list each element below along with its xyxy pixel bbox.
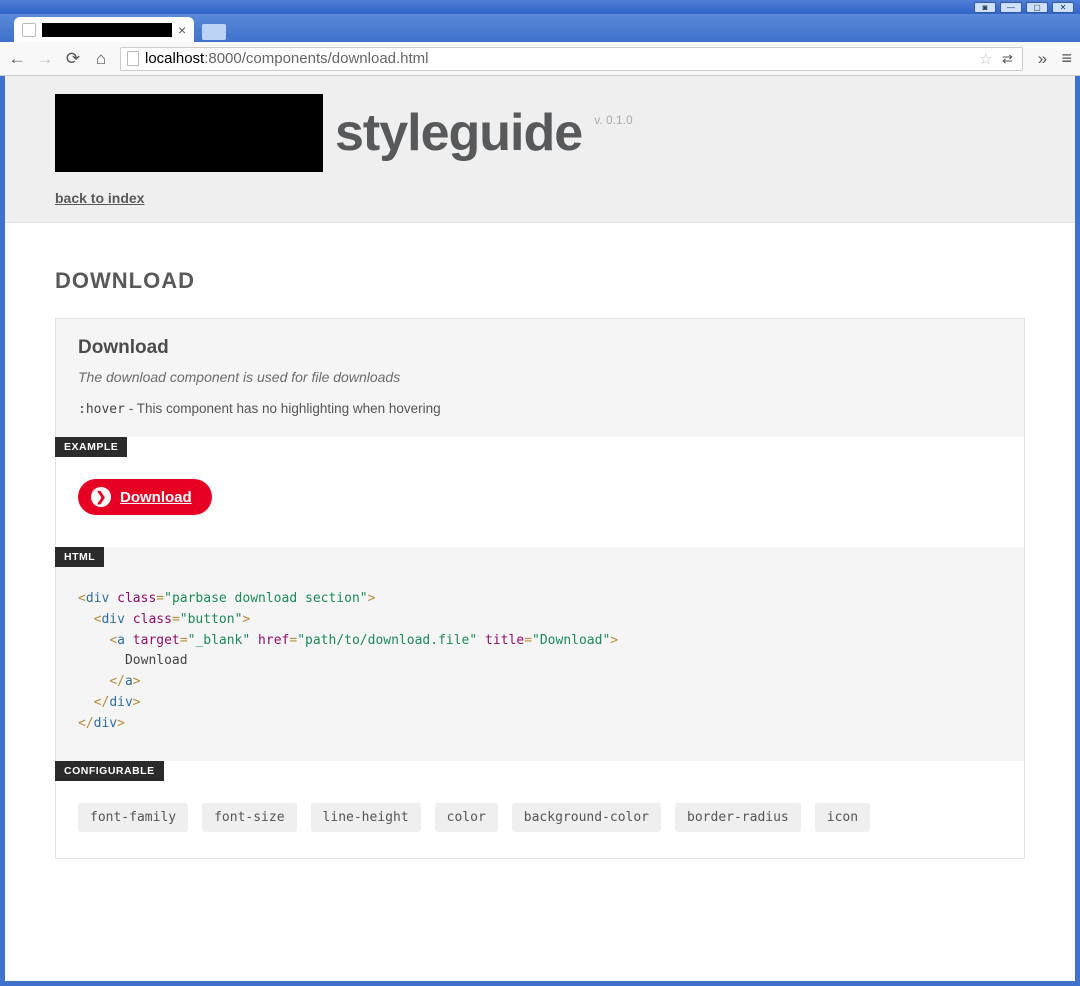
browser-toolbar: ← → ⟳ ⌂ localhost:8000/components/downlo… [0,42,1080,76]
code-snippet: <div class="parbase download section"> <… [78,589,1002,735]
back-button[interactable]: ← [8,49,26,69]
back-to-index-link[interactable]: back to index [55,190,144,206]
download-button-label: Download [120,489,192,506]
configurable-band-label: CONFIGURABLE [55,761,164,781]
page-header: styleguide v. 0.1.0 back to index [5,76,1075,223]
os-titlebar: ◙ — ▢ ✕ [0,0,1080,14]
download-button[interactable]: ❯ Download [78,479,212,515]
hover-selector: :hover [78,402,125,417]
configurable-chip: icon [815,803,870,832]
example-band: EXAMPLE ❯ Download [56,437,1024,547]
favicon-icon [22,23,36,37]
card-intro: Download The download component is used … [56,319,1024,437]
browser-menu-button[interactable]: ≡ [1061,48,1072,69]
home-button[interactable]: ⌂ [92,49,110,69]
component-name: Download [78,337,1002,359]
section-title: DOWNLOAD [55,268,1025,294]
new-tab-button[interactable] [202,24,226,40]
html-band-label: HTML [55,547,104,567]
example-band-label: EXAMPLE [55,437,127,457]
logo-redacted [55,94,323,172]
component-description: The download component is used for file … [78,369,1002,385]
html-band: HTML <div class="parbase download sectio… [56,547,1024,761]
configurable-chip: border-radius [675,803,801,832]
close-tab-icon[interactable]: × [178,22,186,38]
hover-text: - This component has no highlighting whe… [125,401,441,416]
page-title: styleguide [335,103,582,163]
forward-button[interactable]: → [36,49,54,69]
browser-tab-strip: × [0,14,1080,42]
configurable-chip-row: font-family font-size line-height color back… [78,803,1002,832]
url-path: :8000/components/download.html [204,50,428,67]
user-icon[interactable]: ◙ [974,2,996,13]
component-card: Download The download component is used … [55,318,1025,859]
translate-icon[interactable]: ⇄ [998,51,1016,67]
configurable-chip: color [435,803,498,832]
download-arrow-icon: ❯ [91,487,111,507]
page-viewport[interactable]: styleguide v. 0.1.0 back to index DOWNLO… [0,76,1080,986]
configurable-chip: font-family [78,803,188,832]
window-close-button[interactable]: ✕ [1052,2,1074,13]
page-icon [127,51,139,66]
window-minimize-button[interactable]: — [1000,2,1022,13]
window-maximize-button[interactable]: ▢ [1026,2,1048,13]
tab-title-redacted [42,23,172,37]
reload-button[interactable]: ⟳ [64,49,82,69]
bookmark-star-icon[interactable]: ☆ [979,50,992,68]
hover-note: :hover - This component has no highlight… [78,401,1002,417]
address-bar[interactable]: localhost:8000/components/download.html … [120,47,1023,71]
browser-tab-active[interactable]: × [14,17,194,42]
overflow-chevron-icon[interactable]: » [1033,49,1051,69]
url-host: localhost [145,50,204,67]
configurable-chip: line-height [311,803,421,832]
configurable-chip: font-size [202,803,296,832]
version-label: v. 0.1.0 [594,113,632,127]
configurable-band: CONFIGURABLE font-family font-size line-he… [56,761,1024,858]
configurable-chip: background-color [512,803,661,832]
